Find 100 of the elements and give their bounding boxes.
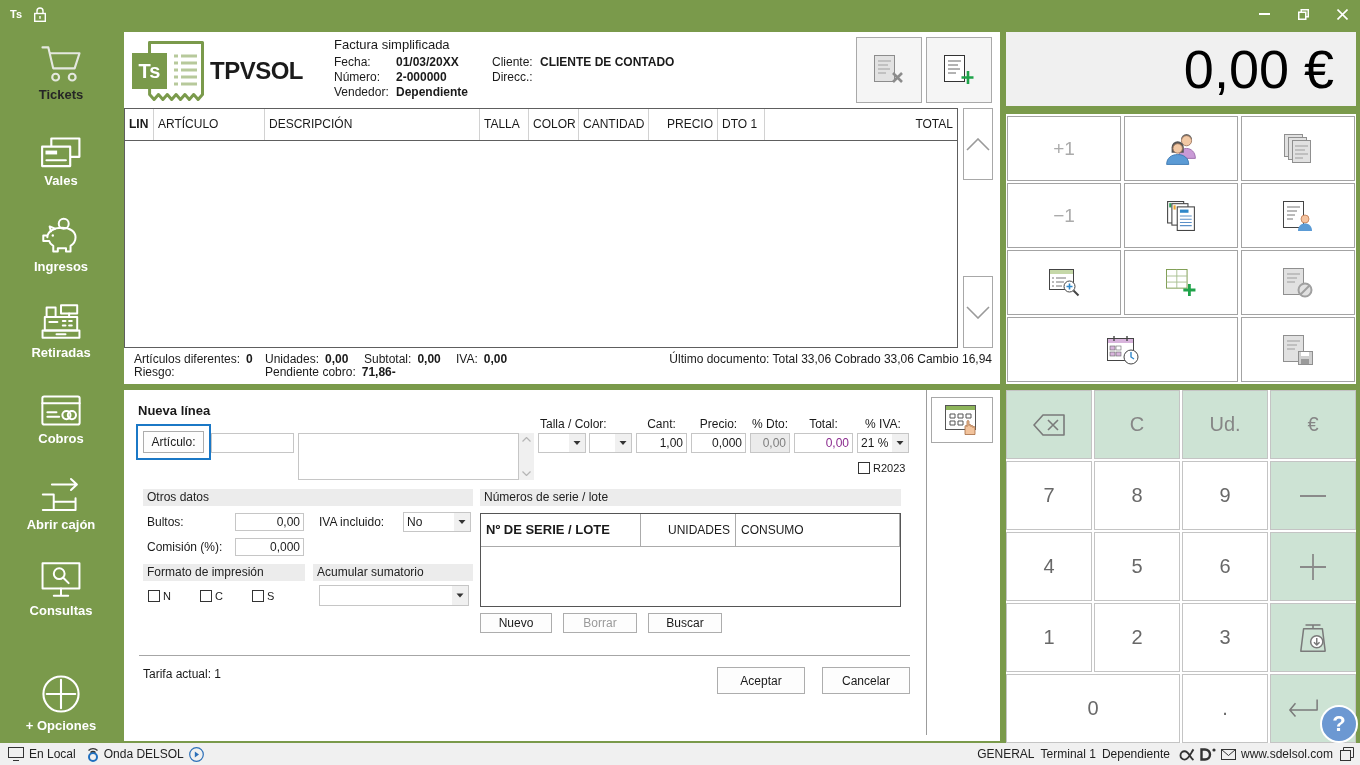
website-link[interactable]: www.sdelsol.com: [1240, 747, 1333, 761]
field-value: 2-000000: [396, 70, 448, 85]
scroll-up-button[interactable]: [963, 108, 993, 180]
column-header: COLOR: [529, 109, 579, 140]
keypad-key[interactable]: 4: [1006, 532, 1092, 601]
checkbox[interactable]: [148, 589, 160, 602]
plus-circle-icon: [42, 675, 80, 713]
dropdown[interactable]: [319, 585, 469, 606]
app-title: Ts: [10, 8, 23, 20]
accept-button[interactable]: Aceptar: [717, 667, 805, 694]
field-label: Direcc.:: [492, 70, 534, 85]
caret-icon: [454, 513, 470, 531]
checkbox-label: N: [163, 589, 171, 602]
input-field[interactable]: 0,00: [235, 513, 304, 531]
article-code-field[interactable]: [211, 433, 294, 453]
input-field[interactable]: 0,000: [691, 433, 746, 453]
field-label: Total:: [808, 418, 839, 431]
keypad-key[interactable]: [1006, 390, 1092, 459]
function-button[interactable]: [1124, 116, 1238, 181]
field-label: Bultos:: [146, 515, 185, 529]
field-label: Cant:: [646, 418, 677, 431]
description-field[interactable]: [298, 433, 519, 480]
function-button[interactable]: [1007, 317, 1238, 382]
keypad-key[interactable]: 1: [1006, 603, 1092, 672]
totals-value: 0: [246, 353, 253, 366]
field-label: Precio:: [698, 418, 739, 431]
checkbox[interactable]: [200, 589, 212, 602]
column-header: LIN: [125, 109, 154, 140]
dropdown[interactable]: [538, 433, 586, 453]
function-button[interactable]: [1007, 250, 1121, 315]
rate-text: Tarifa actual: 1: [143, 668, 222, 681]
keypad-key[interactable]: 8: [1094, 461, 1180, 530]
play-icon[interactable]: [188, 746, 204, 762]
keypad-key[interactable]: 5: [1094, 532, 1180, 601]
article-button[interactable]: Artículo:: [136, 424, 211, 460]
field-value: 01/03/20XX: [396, 55, 460, 70]
function-button[interactable]: [1124, 183, 1238, 248]
receipt-person-icon: [1283, 200, 1313, 231]
cancel-button[interactable]: Cancelar: [822, 667, 910, 694]
keypad-key[interactable]: [1270, 603, 1356, 672]
cash-register-icon: [41, 304, 81, 340]
keypad-key[interactable]: 7: [1006, 461, 1092, 530]
column-header: TALLA: [480, 109, 529, 140]
keypad-key[interactable]: 3: [1182, 603, 1268, 672]
drawer-icon: [41, 477, 81, 512]
dropdown[interactable]: No: [403, 512, 471, 532]
keypad-key[interactable]: 9: [1182, 461, 1268, 530]
checkbox[interactable]: [858, 462, 870, 474]
field-label: Fecha:: [334, 55, 372, 70]
sidebar-item[interactable]: Ingresos: [5, 212, 117, 298]
scale-icon: [1297, 622, 1329, 653]
field-label: Comisión (%):: [146, 540, 224, 554]
monitor-search-icon: [41, 562, 81, 598]
field-label: Talla / Color:: [539, 418, 608, 431]
totals-value: 0,00: [483, 353, 508, 366]
section-title: Nueva línea: [138, 403, 211, 419]
input-field[interactable]: 1,00: [636, 433, 687, 453]
caret-icon: [892, 434, 909, 452]
sidebar-item[interactable]: Tickets: [5, 40, 117, 126]
sidebar-item[interactable]: Retiradas: [5, 298, 117, 384]
cart-icon: [41, 45, 81, 82]
section-header: Números de serie / lote: [480, 489, 901, 506]
close-icon[interactable]: [1337, 8, 1348, 20]
status-text: GENERAL: [977, 747, 1035, 761]
totals-label: Unidades:: [265, 353, 320, 366]
totals-label: Riesgo:: [134, 366, 175, 379]
keypad-button[interactable]: [931, 397, 993, 443]
status-text: Dependiente: [1101, 747, 1170, 761]
function-button[interactable]: [1124, 250, 1238, 315]
keypad-key[interactable]: 2: [1094, 603, 1180, 672]
function-button[interactable]: [1241, 183, 1355, 248]
field-label: IVA incluido:: [319, 515, 386, 529]
sidebar-item[interactable]: + Opciones: [5, 671, 117, 735]
totals-label: IVA:: [456, 353, 478, 366]
sidebar-item[interactable]: Abrir cajón: [5, 470, 117, 556]
field-label: Número:: [334, 70, 381, 85]
keypad-key[interactable]: .: [1182, 674, 1268, 743]
dropdown[interactable]: [589, 433, 632, 453]
keypad-key[interactable]: 6: [1182, 532, 1268, 601]
field-value: Dependiente: [396, 85, 468, 100]
sidebar-item[interactable]: Vales: [5, 126, 117, 212]
checkbox[interactable]: [252, 589, 264, 602]
sidebar-item[interactable]: Cobros: [5, 384, 117, 470]
status-text: En Local: [29, 747, 76, 761]
sidebar-item[interactable]: Consultas: [5, 556, 117, 642]
column-header: DESCRIPCIÓN: [265, 109, 480, 140]
input-field[interactable]: 0,00: [794, 433, 853, 453]
search-button[interactable]: Buscar: [648, 613, 722, 633]
keypad-key[interactable]: 0: [1006, 674, 1180, 743]
new-ticket-button[interactable]: [926, 37, 992, 103]
input-field[interactable]: 0,000: [235, 538, 304, 556]
new-button[interactable]: Nuevo: [480, 613, 552, 633]
chevron-down-icon: [966, 305, 990, 319]
mail-icon: [1220, 748, 1236, 760]
field-label: % Dto:: [751, 418, 789, 431]
scroll-down-button[interactable]: [963, 276, 993, 348]
totals-value: 0,00: [325, 353, 349, 366]
dropdown[interactable]: 21 %: [857, 433, 909, 453]
restore-icon[interactable]: [1298, 8, 1309, 20]
logo-badge: Ts: [132, 53, 167, 89]
